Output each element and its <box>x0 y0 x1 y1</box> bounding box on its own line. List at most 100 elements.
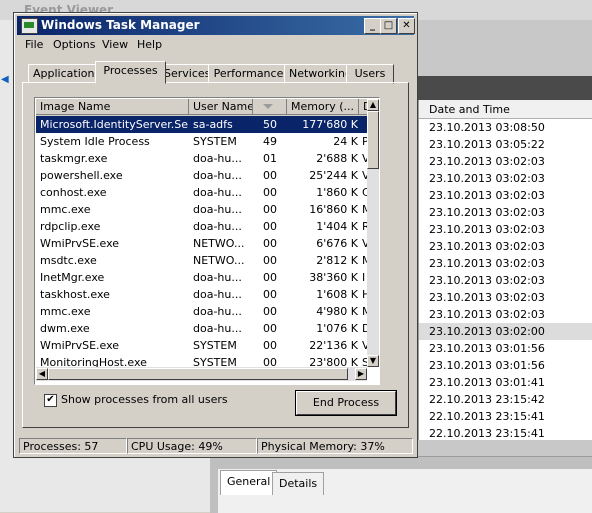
event-details-panel: General Details <box>218 469 592 513</box>
vertical-scrollbar[interactable]: ▲ ▼ <box>367 99 379 367</box>
process-name: taskmgr.exe <box>40 152 108 165</box>
process-memory: 4'980 K <box>316 305 358 318</box>
process-row[interactable]: taskmgr.exe doa-hu... 01 2'688 KV <box>36 150 370 167</box>
menu-file[interactable]: File <box>25 38 43 51</box>
event-list[interactable]: Date and Time 23.10.2013 03:08:50 23.10.2… <box>418 100 592 440</box>
process-memory: 25'244 K <box>309 169 358 182</box>
process-user: SYSTEM <box>193 339 237 352</box>
event-details-area: General Details <box>210 456 592 513</box>
process-user: doa-hu... <box>193 322 242 335</box>
column-user-name[interactable]: User Name <box>189 99 253 115</box>
event-row[interactable]: 22.10.2013 23:15:41 <box>419 408 592 425</box>
process-row[interactable]: rdpclip.exe doa-hu... 00 1'404 KR <box>36 218 370 235</box>
process-memory: 24 K <box>333 135 358 148</box>
process-name: rdpclip.exe <box>40 220 101 233</box>
scroll-left-icon[interactable]: ◀ <box>36 368 48 380</box>
event-row[interactable]: 22.10.2013 23:15:42 <box>419 391 592 408</box>
tab-general[interactable]: General <box>220 470 278 495</box>
column-cpu[interactable] <box>253 99 287 115</box>
close-button[interactable]: ✕ <box>398 18 415 34</box>
scroll-down-icon[interactable]: ▼ <box>367 355 379 367</box>
event-row[interactable]: 23.10.2013 03:02:03 <box>419 170 592 187</box>
event-row[interactable]: 23.10.2013 03:02:03 <box>419 204 592 221</box>
process-name: WmiPrvSE.exe <box>40 339 120 352</box>
tab-applications[interactable]: Applications <box>28 64 100 84</box>
tab-processes[interactable]: Processes <box>95 61 166 84</box>
event-row[interactable]: 22.10.2013 23:15:41 <box>419 425 592 440</box>
event-row[interactable]: 23.10.2013 03:02:03 <box>419 306 592 323</box>
process-cpu: 00 <box>263 220 277 233</box>
menu-view[interactable]: View <box>102 38 128 51</box>
process-row[interactable]: WmiPrvSE.exe SYSTEM 00 22'136 KV <box>36 337 370 354</box>
event-row[interactable]: 23.10.2013 03:05:22 <box>419 136 592 153</box>
process-list[interactable]: Image Name User Name Memory (... D Micro… <box>34 97 380 385</box>
event-row[interactable]: 23.10.2013 03:02:03 <box>419 238 592 255</box>
process-cpu: 00 <box>263 169 277 182</box>
tab-networking[interactable]: Networking <box>284 64 352 84</box>
menu-help[interactable]: Help <box>137 38 162 51</box>
event-row[interactable]: 23.10.2013 03:02:00 <box>419 323 592 340</box>
process-row[interactable]: powershell.exe doa-hu... 00 25'244 KV <box>36 167 370 184</box>
status-process-count: Processes: 57 <box>19 438 127 454</box>
event-rows: 23.10.2013 03:08:50 23.10.2013 03:05:22 23… <box>419 119 592 440</box>
sort-descending-icon <box>263 104 273 109</box>
process-name: mmc.exe <box>40 203 91 216</box>
show-all-users-label[interactable]: Show processes from all users <box>61 393 228 406</box>
process-user: doa-hu... <box>193 288 242 301</box>
event-row[interactable]: 23.10.2013 03:01:41 <box>419 374 592 391</box>
process-row[interactable]: System Idle Process SYSTEM 49 24 KP <box>36 133 369 150</box>
process-name: Microsoft.IdentityServer.Se... <box>40 118 188 131</box>
process-row[interactable]: mmc.exedoa-hu...0016'860 KM <box>36 201 370 218</box>
process-row[interactable]: WmiPrvSE.exe NETWO... 00 6'676 KV <box>36 235 370 252</box>
process-name: powershell.exe <box>40 169 123 182</box>
horizontal-scroll-thumb[interactable] <box>48 368 348 380</box>
scroll-right-icon[interactable]: ▶ <box>355 368 367 380</box>
status-cpu-usage: CPU Usage: 49% <box>127 438 257 454</box>
process-memory: 2'688 K <box>316 152 358 165</box>
tab-details[interactable]: Details <box>272 472 325 495</box>
status-physical-memory: Physical Memory: 37% <box>257 438 413 454</box>
event-row[interactable]: 23.10.2013 03:02:03 <box>419 221 592 238</box>
process-row[interactable]: taskhost.exe doa-hu... 00 1'608 KH <box>36 286 370 303</box>
end-process-button[interactable]: End Process <box>296 391 396 415</box>
process-row[interactable]: mmc.exedoa-hu...004'980 KM <box>36 303 370 320</box>
process-cpu: 01 <box>263 152 277 165</box>
process-row[interactable]: msdtc.exeNETWO...002'812 KM <box>36 252 370 269</box>
process-memory: 1'860 K <box>316 186 358 199</box>
event-row[interactable]: 23.10.2013 03:02:03 <box>419 187 592 204</box>
event-row[interactable]: 23.10.2013 03:01:56 <box>419 340 592 357</box>
tab-performance[interactable]: Performance <box>208 64 289 84</box>
process-row[interactable]: conhost.exe doa-hu... 00 1'860 KC <box>36 184 370 201</box>
process-row[interactable]: dwm.exe doa-hu... 00 1'076 KD <box>36 320 370 337</box>
event-row[interactable]: 23.10.2013 03:02:03 <box>419 289 592 306</box>
process-row[interactable]: InetMgr.exe doa-hu... 00 38'360 KI <box>36 269 367 286</box>
checkbox-check-icon[interactable]: ✔ <box>44 394 57 407</box>
tab-services[interactable]: Services <box>159 64 213 84</box>
process-user: doa-hu... <box>193 203 242 216</box>
process-user: NETWO... <box>193 237 245 250</box>
task-manager-titlebar[interactable]: Windows Task Manager _ □ ✕ <box>17 16 415 35</box>
process-cpu: 00 <box>263 237 277 250</box>
process-row[interactable]: Microsoft.IdentityServer.Se... sa-adfs 50 1… <box>36 116 367 133</box>
event-row[interactable]: 23.10.2013 03:08:50 <box>419 119 592 136</box>
column-memory[interactable]: Memory (... <box>287 99 359 115</box>
event-row[interactable]: 23.10.2013 03:01:56 <box>419 357 592 374</box>
maximize-button[interactable]: □ <box>380 18 397 34</box>
event-row[interactable]: 23.10.2013 03:02:03 <box>419 153 592 170</box>
process-cpu: 00 <box>263 339 277 352</box>
menu-options[interactable]: Options <box>53 38 95 51</box>
column-image-name[interactable]: Image Name <box>36 99 189 115</box>
date-time-column-header[interactable]: Date and Time <box>419 100 592 119</box>
horizontal-scrollbar[interactable]: ◀ ▶ <box>36 367 367 381</box>
event-row[interactable]: 23.10.2013 03:02:03 <box>419 255 592 272</box>
process-user: doa-hu... <box>193 271 242 284</box>
scroll-left-icon[interactable]: ◀ <box>1 74 11 85</box>
event-row[interactable]: 23.10.2013 03:02:03 <box>419 272 592 289</box>
process-cpu: 00 <box>263 186 277 199</box>
vertical-scroll-thumb[interactable] <box>367 111 379 169</box>
scroll-up-icon[interactable]: ▲ <box>367 99 379 111</box>
tab-users[interactable]: Users <box>346 64 394 84</box>
minimize-button[interactable]: _ <box>364 18 381 34</box>
process-cpu: 00 <box>263 288 277 301</box>
process-cpu: 00 <box>263 254 277 267</box>
